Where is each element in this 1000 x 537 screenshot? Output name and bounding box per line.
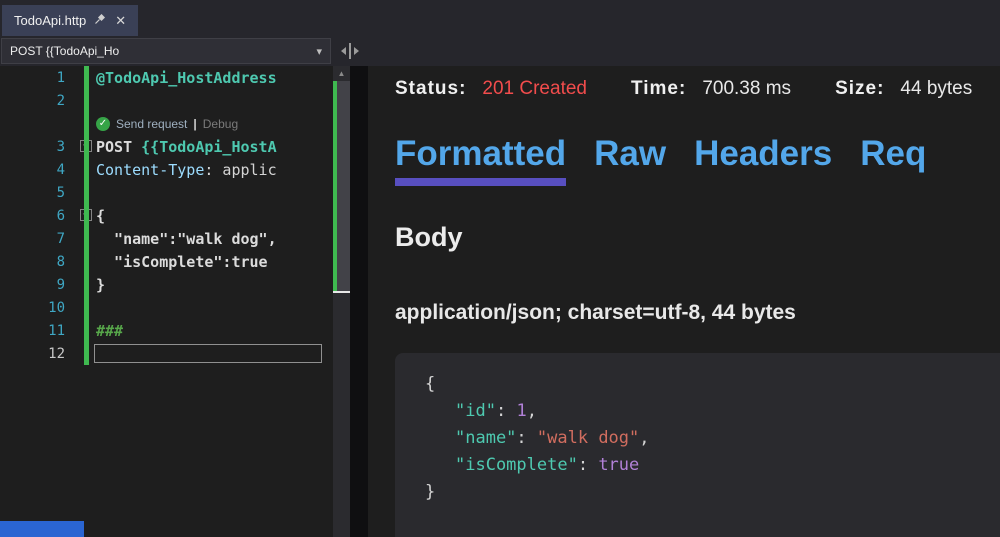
visual-studio-window: TodoApi.http ✕ POST {{TodoApi_Ho ▾	[0, 0, 1000, 537]
line-number: 9	[0, 277, 78, 293]
http-header-name: Content-Type	[96, 161, 204, 179]
json-string: "walk dog"	[537, 428, 639, 448]
line-number: 11	[0, 323, 78, 339]
json-body-text: "isComplete":true	[96, 253, 268, 271]
line-number: 4	[0, 162, 78, 178]
tab-headers[interactable]: Headers	[694, 134, 832, 186]
editor-line-7[interactable]: 7 "name":"walk dog",	[0, 227, 333, 250]
editor-line-10[interactable]: 10	[0, 296, 333, 319]
send-request-link[interactable]: Send request	[116, 117, 187, 131]
snippet-field-box[interactable]	[94, 344, 322, 363]
request-success-check-icon: ✓	[96, 117, 110, 131]
body-heading: Body	[395, 222, 1000, 253]
document-tab-label: TodoApi.http	[14, 13, 86, 28]
editor-line-11[interactable]: 11 ###	[0, 319, 333, 342]
line-number: 8	[0, 254, 78, 270]
line-number: 2	[0, 93, 78, 109]
tab-request[interactable]: Req	[860, 134, 926, 186]
json-boolean: true	[598, 455, 639, 475]
response-pane: Status: 201 Created Time: 700.38 ms Size…	[368, 66, 1000, 537]
code-editor[interactable]: 1 @TodoApi_HostAddress 2 ✓ Send request …	[0, 66, 333, 537]
json-line: "id": 1,	[425, 398, 990, 425]
split-arrow-right	[354, 47, 359, 55]
http-header-value: : applic	[204, 161, 276, 179]
line-number: 6	[0, 208, 78, 224]
codelens-row: ✓ Send request | Debug	[0, 112, 333, 135]
split-editor-icon[interactable]	[339, 42, 361, 60]
response-tabs: Formatted Raw Headers Req	[395, 134, 1000, 186]
line-number: 5	[0, 185, 78, 201]
http-variable-ref: {{TodoApi_HostA	[141, 138, 276, 156]
debug-link[interactable]: Debug	[203, 117, 238, 131]
main-split: 1 @TodoApi_HostAddress 2 ✓ Send request …	[0, 66, 1000, 537]
editor-line-4[interactable]: 4 Content-Type: applic	[0, 158, 333, 181]
content-type-meta: application/json; charset=utf-8, 44 byte…	[395, 301, 1000, 325]
json-number: 1	[516, 401, 526, 421]
size-value: 44 bytes	[900, 78, 972, 100]
line-number-current: 12	[0, 346, 78, 362]
document-tab-bar: TodoApi.http ✕	[0, 0, 1000, 36]
scrollbar-caret-marker	[333, 291, 350, 293]
http-variable: @TodoApi_HostAddress	[96, 69, 277, 87]
document-tab-todoapi[interactable]: TodoApi.http ✕	[2, 5, 138, 36]
line-number: 10	[0, 300, 78, 316]
time-value: 700.38 ms	[702, 78, 791, 100]
line-number: 7	[0, 231, 78, 247]
split-bar	[349, 43, 351, 59]
request-selector-dropdown[interactable]: POST {{TodoApi_Ho ▾	[1, 38, 331, 64]
request-selector-value: POST {{TodoApi_Ho	[10, 44, 119, 58]
request-delimiter: ###	[96, 322, 123, 340]
editor-line-12[interactable]: 12	[0, 342, 333, 365]
editor-line-9[interactable]: 9 }	[0, 273, 333, 296]
split-arrow-left	[341, 47, 346, 55]
status-label: Status:	[395, 78, 466, 100]
json-line: "name": "walk dog",	[425, 425, 990, 452]
pane-splitter[interactable]	[350, 66, 368, 537]
chevron-down-icon: ▾	[316, 45, 322, 58]
editor-line-5[interactable]: 5	[0, 181, 333, 204]
line-number: 3	[0, 139, 78, 155]
scrollbar-change-annotation	[333, 81, 337, 291]
json-line: "isComplete": true	[425, 452, 990, 479]
editor-line-2[interactable]: 2	[0, 89, 333, 112]
http-method: POST	[96, 138, 141, 156]
json-line: {	[425, 371, 990, 398]
bottom-left-blue-block	[0, 521, 84, 537]
json-body-text: "name":"walk dog",	[96, 230, 277, 248]
json-line: }	[425, 479, 990, 506]
json-key: "name"	[455, 428, 516, 448]
tab-formatted[interactable]: Formatted	[395, 134, 566, 186]
editor-line-6[interactable]: 6 − {	[0, 204, 333, 227]
close-icon[interactable]: ✕	[113, 13, 128, 29]
editor-line-1[interactable]: 1 @TodoApi_HostAddress	[0, 66, 333, 89]
editor-toolbar: POST {{TodoApi_Ho ▾	[0, 36, 1000, 66]
scroll-up-icon[interactable]: ▲	[333, 66, 350, 81]
editor-line-3[interactable]: 3 − POST {{TodoApi_HostA	[0, 135, 333, 158]
response-json-block: { "id": 1, "name": "walk dog", "isComple…	[395, 353, 1000, 537]
header-band: TodoApi.http ✕ POST {{TodoApi_Ho ▾	[0, 0, 1000, 66]
time-label: Time:	[631, 78, 686, 100]
size-label: Size:	[835, 78, 884, 100]
changed-lines-bar	[84, 66, 89, 365]
codelens-separator: |	[193, 117, 196, 131]
editor-scrollbar[interactable]: ▲	[333, 66, 350, 537]
tab-raw[interactable]: Raw	[594, 134, 666, 186]
json-key: "id"	[455, 401, 496, 421]
status-value: 201 Created	[482, 78, 587, 100]
editor-line-8[interactable]: 8 "isComplete":true	[0, 250, 333, 273]
json-key: "isComplete"	[455, 455, 578, 475]
pin-icon[interactable]	[94, 13, 105, 28]
response-status-row: Status: 201 Created Time: 700.38 ms Size…	[395, 78, 1000, 100]
line-number: 1	[0, 70, 78, 86]
